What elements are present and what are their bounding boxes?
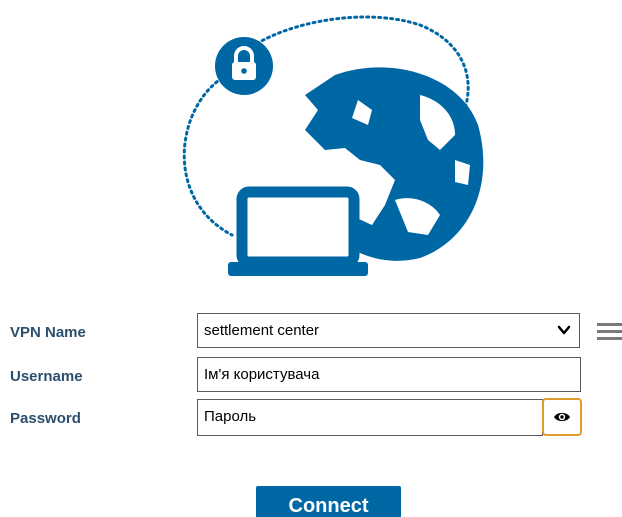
password-label: Password (10, 410, 81, 427)
show-password-button[interactable] (542, 398, 582, 436)
username-placeholder: Ім'я користувача (204, 366, 320, 383)
laptop-icon (228, 186, 368, 276)
username-field[interactable]: Ім'я користувача (197, 357, 581, 392)
vpn-name-select[interactable]: settlement center (197, 313, 580, 348)
chevron-down-icon (557, 325, 571, 335)
vpn-illustration (182, 15, 484, 276)
hamburger-menu-icon[interactable] (597, 320, 622, 342)
eye-icon (554, 412, 570, 422)
lock-icon (215, 37, 273, 95)
vpn-login-page: VPN Name settlement center Username Ім'я… (0, 0, 622, 517)
vpn-name-label: VPN Name (10, 324, 86, 341)
password-placeholder: Пароль (204, 408, 257, 425)
username-label: Username (10, 368, 83, 385)
connect-button[interactable]: Connect (256, 486, 401, 517)
vpn-name-value: settlement center (204, 322, 320, 339)
password-field[interactable]: Пароль (197, 399, 543, 436)
